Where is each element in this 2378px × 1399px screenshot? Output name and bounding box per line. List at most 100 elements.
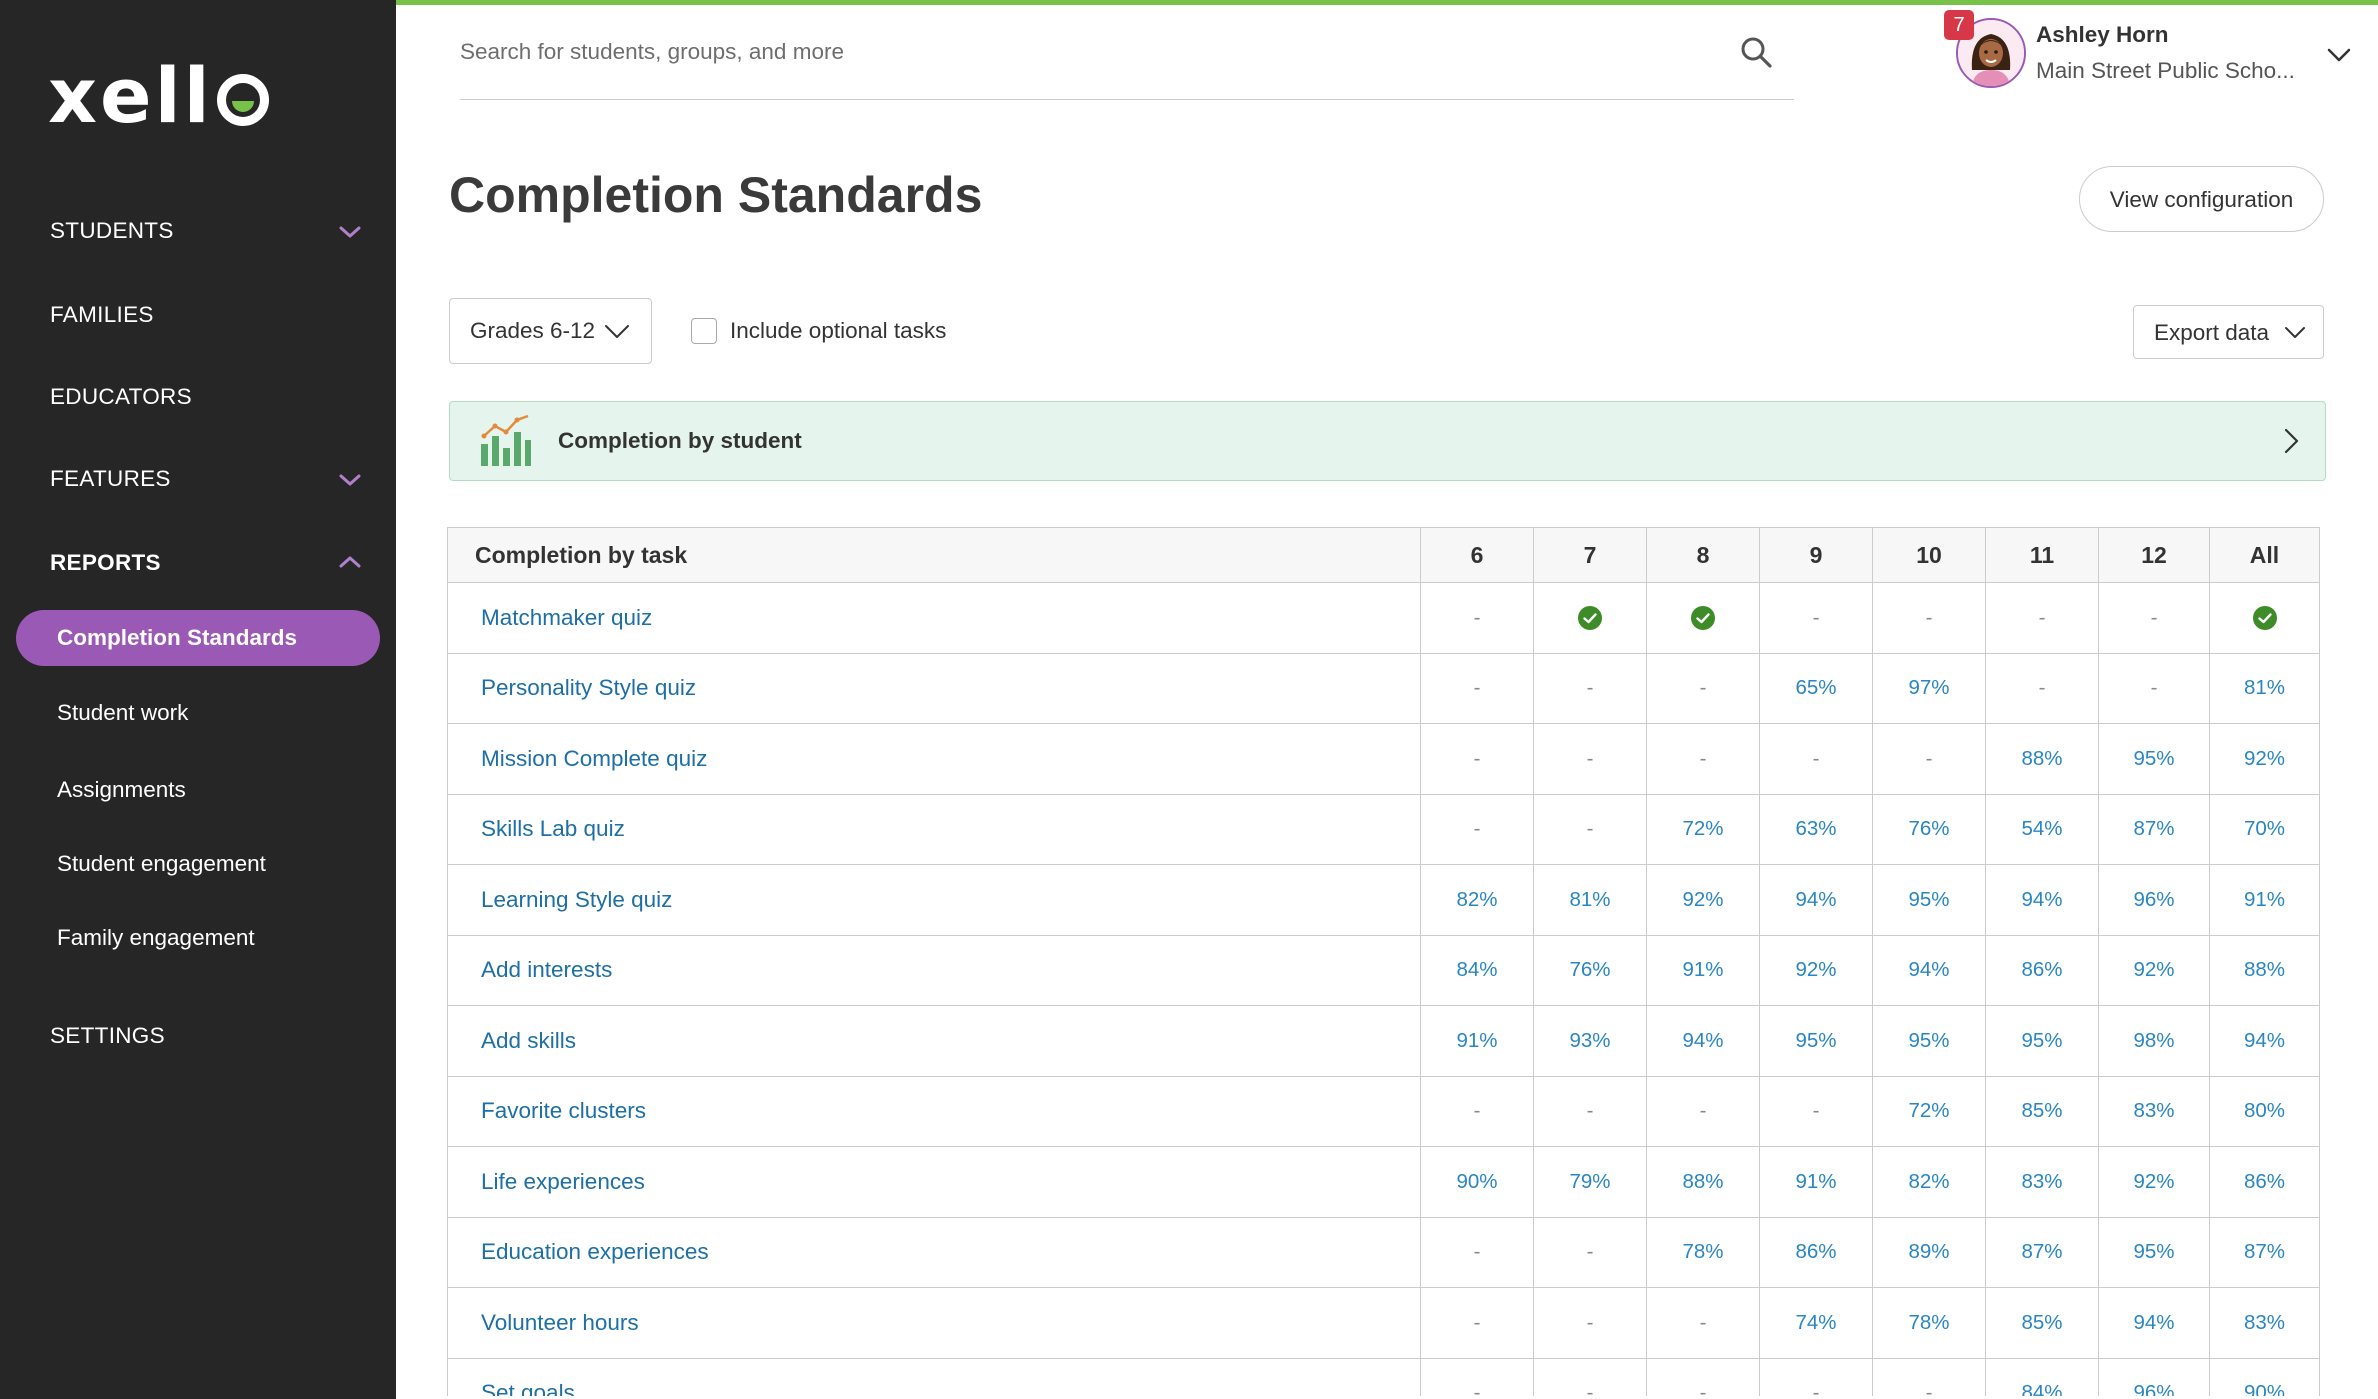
percentage-cell[interactable]: 74% [1759, 1287, 1873, 1359]
percentage-cell[interactable]: 94% [2098, 1287, 2210, 1359]
percentage-cell[interactable]: 95% [2098, 1216, 2210, 1288]
percentage-cell[interactable]: 83% [2098, 1075, 2210, 1147]
task-link[interactable]: Learning Style quiz [447, 864, 1421, 936]
user-menu[interactable]: 7 Ashley Horn Main Street Public Scho... [1944, 10, 2364, 90]
task-link[interactable]: Matchmaker quiz [447, 582, 1421, 654]
search-input[interactable] [460, 30, 1720, 74]
percentage-cell[interactable]: 72% [1872, 1075, 1986, 1147]
percentage-cell[interactable]: 84% [1985, 1357, 2099, 1399]
percentage-cell[interactable]: 88% [1646, 1146, 1760, 1218]
percentage-cell[interactable]: 95% [1985, 1005, 2099, 1077]
percentage-cell[interactable]: 92% [1759, 934, 1873, 1006]
percentage-cell[interactable]: 83% [1985, 1146, 2099, 1218]
percentage-cell[interactable]: 95% [1872, 864, 1986, 936]
sidebar-subitem-student-engagement[interactable]: Student engagement [57, 851, 266, 877]
percentage-cell[interactable]: 95% [2098, 723, 2210, 795]
percentage-cell[interactable]: 92% [2098, 1146, 2210, 1218]
percentage-cell[interactable]: 76% [1533, 934, 1647, 1006]
task-link[interactable]: Personality Style quiz [447, 652, 1421, 724]
sidebar-item-students[interactable]: STUDENTS [50, 218, 174, 244]
sidebar-subitem-family-engagement[interactable]: Family engagement [57, 925, 255, 951]
sidebar-item-reports[interactable]: REPORTS [50, 550, 161, 576]
percentage-cell[interactable]: 91% [2209, 864, 2320, 936]
sidebar-item-features[interactable]: FEATURES [50, 466, 171, 492]
percentage-cell[interactable]: 86% [2209, 1146, 2320, 1218]
search-icon[interactable] [1738, 34, 1774, 70]
percentage-cell[interactable]: 88% [2209, 934, 2320, 1006]
percentage-cell[interactable]: 81% [1533, 864, 1647, 936]
percentage-cell[interactable]: 89% [1872, 1216, 1986, 1288]
view-configuration-button[interactable]: View configuration [2079, 166, 2324, 232]
percentage-cell[interactable]: 92% [2209, 723, 2320, 795]
percentage-cell[interactable]: 82% [1872, 1146, 1986, 1218]
percentage-cell[interactable]: 94% [1985, 864, 2099, 936]
percentage-cell[interactable]: 94% [2209, 1005, 2320, 1077]
export-data-dropdown[interactable]: Export data [2133, 305, 2324, 359]
chevron-down-icon[interactable] [2324, 40, 2354, 70]
percentage-cell[interactable]: 78% [1646, 1216, 1760, 1288]
percentage-cell[interactable]: 93% [1533, 1005, 1647, 1077]
task-link[interactable]: Volunteer hours [447, 1287, 1421, 1359]
percentage-cell[interactable]: 96% [2098, 1357, 2210, 1399]
percentage-cell[interactable]: 87% [2209, 1216, 2320, 1288]
percentage-cell[interactable]: 91% [1646, 934, 1760, 1006]
percentage-cell[interactable]: 98% [2098, 1005, 2210, 1077]
task-link[interactable]: Mission Complete quiz [447, 723, 1421, 795]
percentage-cell[interactable]: 86% [1759, 1216, 1873, 1288]
percentage-cell[interactable]: 87% [1985, 1216, 2099, 1288]
percentage-cell[interactable]: 95% [1872, 1005, 1986, 1077]
include-optional-tasks-label[interactable]: Include optional tasks [730, 318, 946, 344]
percentage-cell[interactable]: 94% [1646, 1005, 1760, 1077]
percentage-cell[interactable]: 54% [1985, 793, 2099, 865]
percentage-cell[interactable]: 97% [1872, 652, 1986, 724]
completion-by-student-banner[interactable]: Completion by student [449, 401, 2326, 481]
percentage-cell[interactable]: 82% [1420, 864, 1534, 936]
percentage-cell[interactable]: 85% [1985, 1075, 2099, 1147]
include-optional-tasks-checkbox[interactable] [691, 318, 717, 344]
percentage-cell[interactable]: 91% [1420, 1005, 1534, 1077]
sidebar-subitem-completion-standards[interactable]: Completion Standards [16, 610, 380, 666]
percentage-cell[interactable]: 92% [1646, 864, 1760, 936]
percentage-cell[interactable]: 79% [1533, 1146, 1647, 1218]
percentage-cell[interactable]: 87% [2098, 793, 2210, 865]
percentage-cell[interactable]: 65% [1759, 652, 1873, 724]
percentage-cell[interactable]: 94% [1759, 864, 1873, 936]
task-link[interactable]: Skills Lab quiz [447, 793, 1421, 865]
task-link[interactable]: Favorite clusters [447, 1075, 1421, 1147]
percentage-cell[interactable]: 85% [1985, 1287, 2099, 1359]
percentage-cell[interactable]: 86% [1985, 934, 2099, 1006]
percentage-cell[interactable]: 78% [1872, 1287, 1986, 1359]
percentage-cell[interactable]: 81% [2209, 652, 2320, 724]
percentage-cell[interactable]: 91% [1759, 1146, 1873, 1218]
sidebar-item-settings[interactable]: SETTINGS [50, 1023, 165, 1049]
percentage-cell[interactable]: 72% [1646, 793, 1760, 865]
sidebar-subitem-student-work[interactable]: Student work [57, 700, 188, 726]
percentage-cell[interactable]: 96% [2098, 864, 2210, 936]
percentage-cell[interactable]: 88% [1985, 723, 2099, 795]
sidebar-item-educators[interactable]: EDUCATORS [50, 384, 192, 410]
percentage-cell[interactable]: 95% [1759, 1005, 1873, 1077]
chevron-up-icon[interactable] [338, 550, 362, 574]
grade-filter-select[interactable]: Grades 6-12 [449, 298, 652, 364]
notification-badge[interactable]: 7 [1944, 10, 1974, 40]
task-link[interactable]: Add skills [447, 1005, 1421, 1077]
task-link[interactable]: Add interests [447, 934, 1421, 1006]
chevron-down-icon[interactable] [338, 220, 362, 244]
sidebar-item-families[interactable]: FAMILIES [50, 302, 154, 328]
percentage-cell[interactable]: 63% [1759, 793, 1873, 865]
percentage-cell[interactable]: 90% [2209, 1357, 2320, 1399]
chevron-down-icon[interactable] [338, 468, 362, 492]
task-link[interactable]: Life experiences [447, 1146, 1421, 1218]
percentage-cell[interactable]: 70% [2209, 793, 2320, 865]
percentage-cell[interactable]: 76% [1872, 793, 1986, 865]
percentage-cell[interactable]: 84% [1420, 934, 1534, 1006]
percentage-cell[interactable]: 92% [2098, 934, 2210, 1006]
sidebar-subitem-assignments[interactable]: Assignments [57, 777, 186, 803]
percentage-cell[interactable]: 94% [1872, 934, 1986, 1006]
percentage-cell[interactable]: 80% [2209, 1075, 2320, 1147]
percentage-cell[interactable]: 90% [1420, 1146, 1534, 1218]
percentage-cell[interactable]: 83% [2209, 1287, 2320, 1359]
task-link[interactable]: Education experiences [447, 1216, 1421, 1288]
xello-logo[interactable]: xell [48, 58, 269, 134]
task-link[interactable]: Set goals [447, 1357, 1421, 1399]
